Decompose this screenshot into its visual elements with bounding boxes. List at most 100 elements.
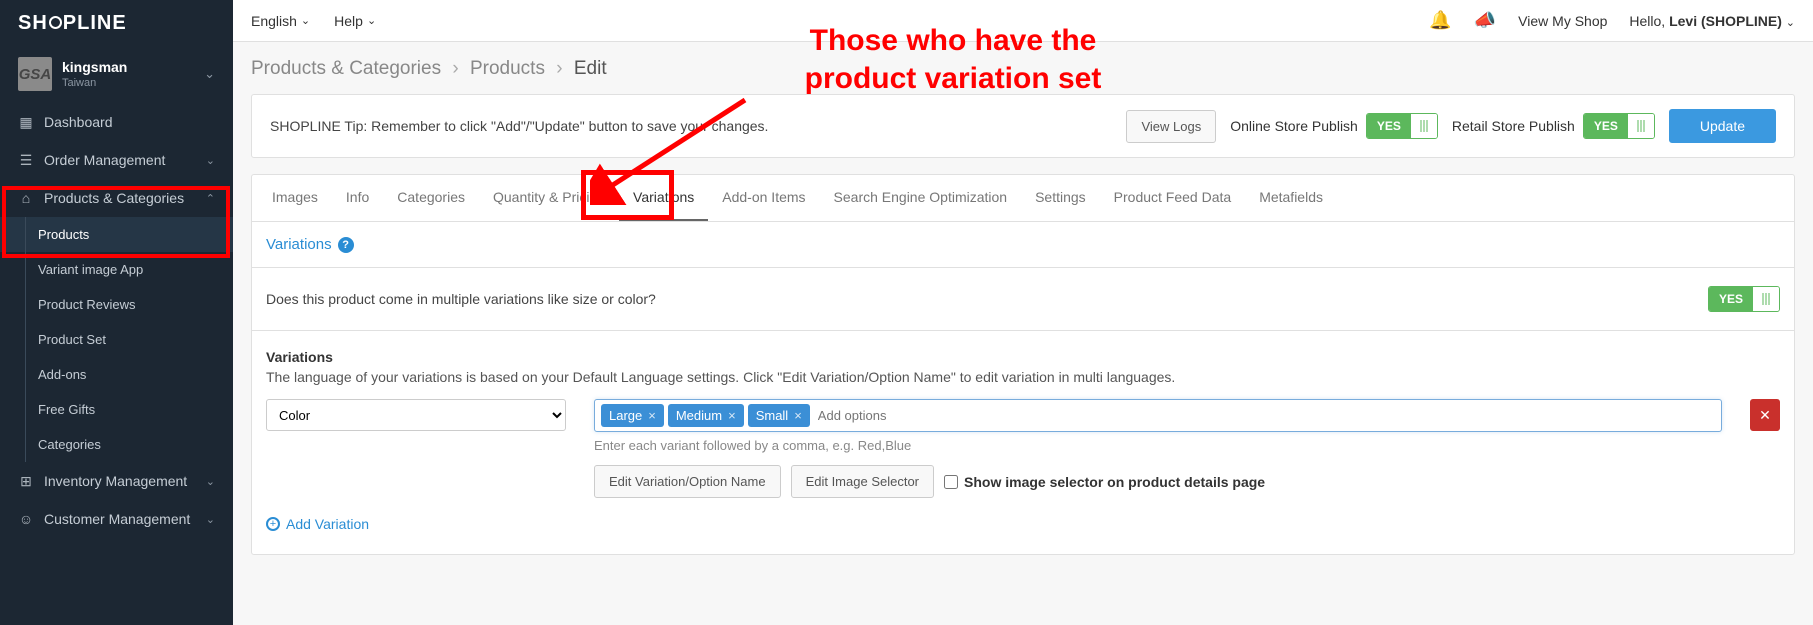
variations-desc: The language of your variations is based…: [266, 369, 1780, 385]
view-shop-link[interactable]: View My Shop: [1518, 13, 1607, 29]
user-menu[interactable]: Hello, Levi (SHOPLINE) ⌄: [1629, 13, 1795, 29]
megaphone-icon[interactable]: 📣: [1474, 10, 1496, 31]
retail-publish-toggle-group: Retail Store Publish YES: [1452, 113, 1655, 139]
bell-icon[interactable]: 🔔: [1429, 10, 1451, 31]
customer-icon: ☺: [18, 511, 34, 527]
chevron-up-icon: ⌃: [206, 192, 215, 205]
sidebar-subitem-addons[interactable]: Add-ons: [0, 357, 233, 392]
inventory-icon: ⊞: [18, 473, 34, 489]
tag-remove-icon[interactable]: ×: [728, 408, 736, 423]
brand-logo: SHPLINE: [0, 0, 233, 47]
sidebar-subitem-product-set[interactable]: Product Set: [0, 322, 233, 357]
tab-metafields[interactable]: Metafields: [1245, 175, 1337, 221]
sidebar-item-inventory[interactable]: ⊞ Inventory Management ⌄: [0, 462, 233, 500]
tab-settings[interactable]: Settings: [1021, 175, 1100, 221]
sidebar-subitem-free-gifts[interactable]: Free Gifts: [0, 392, 233, 427]
toggle-yes: YES: [1367, 114, 1411, 138]
option-tag: Small ×: [748, 404, 810, 427]
breadcrumb-current: Edit: [574, 58, 607, 79]
tag-label: Small: [756, 408, 789, 423]
tag-label: Large: [609, 408, 642, 423]
merchant-switcher[interactable]: GSA kingsman Taiwan ⌄: [0, 47, 233, 103]
tab-images[interactable]: Images: [258, 175, 332, 221]
tip-bar: SHOPLINE Tip: Remember to click "Add"/"U…: [251, 94, 1795, 158]
chevron-down-icon: ⌄: [206, 475, 215, 488]
sidebar: SHPLINE GSA kingsman Taiwan ⌄ ▦ Dashboar…: [0, 0, 233, 625]
online-publish-toggle-group: Online Store Publish YES: [1230, 113, 1438, 139]
merchant-avatar: GSA: [18, 57, 52, 91]
chevron-down-icon: ⌄: [301, 14, 310, 27]
sidebar-item-dashboard[interactable]: ▦ Dashboard: [0, 103, 233, 141]
online-publish-label: Online Store Publish: [1230, 118, 1358, 134]
edit-variation-name-button[interactable]: Edit Variation/Option Name: [594, 465, 781, 498]
language-dropdown[interactable]: English ⌄: [251, 13, 310, 29]
sidebar-label: Order Management: [44, 152, 196, 168]
show-image-selector-checkbox[interactable]: Show image selector on product details p…: [944, 474, 1265, 490]
main: English ⌄ Help ⌄ 🔔 📣 View My Shop Hello,…: [233, 0, 1813, 625]
breadcrumb-item[interactable]: Products: [470, 58, 545, 79]
user-name: Levi (SHOPLINE): [1669, 13, 1782, 29]
bag-icon: ⌂: [18, 190, 34, 206]
variation-type-select[interactable]: Color: [266, 399, 566, 431]
sidebar-label: Inventory Management: [44, 473, 196, 489]
sidebar-subitem-variant-app[interactable]: Variant image App: [0, 252, 233, 287]
add-variation-label: Add Variation: [286, 516, 369, 532]
variation-options-input[interactable]: Large × Medium × Small ×: [594, 399, 1722, 432]
checkbox-input[interactable]: [944, 475, 958, 489]
topbar: English ⌄ Help ⌄ 🔔 📣 View My Shop Hello,…: [233, 0, 1813, 42]
sidebar-item-order-management[interactable]: ☰ Order Management ⌄: [0, 141, 233, 179]
add-variation-link[interactable]: + Add Variation: [266, 516, 369, 532]
update-button[interactable]: Update: [1669, 109, 1776, 143]
option-tag: Medium ×: [668, 404, 744, 427]
sidebar-subitem-products[interactable]: Products: [0, 217, 233, 252]
toggle-handle-icon: [1753, 287, 1779, 311]
online-publish-toggle[interactable]: YES: [1366, 113, 1438, 139]
variations-title: Variations: [266, 236, 332, 253]
add-option-input[interactable]: [814, 404, 1715, 427]
section-title: Variations ?: [252, 222, 1794, 268]
sidebar-item-products-categories[interactable]: ⌂ Products & Categories ⌃: [0, 179, 233, 217]
help-icon[interactable]: ?: [338, 237, 354, 253]
hello-text: Hello,: [1629, 13, 1669, 29]
chevron-down-icon: ⌄: [206, 154, 215, 167]
tab-feed[interactable]: Product Feed Data: [1100, 175, 1246, 221]
chevron-down-icon: ⌄: [206, 513, 215, 526]
sidebar-label: Customer Management: [44, 511, 196, 527]
tab-categories[interactable]: Categories: [383, 175, 479, 221]
help-dropdown[interactable]: Help ⌄: [334, 13, 376, 29]
toggle-handle-icon: [1628, 114, 1654, 138]
variation-question-row: Does this product come in multiple varia…: [252, 268, 1794, 331]
sidebar-subitem-categories[interactable]: Categories: [0, 427, 233, 462]
retail-publish-toggle[interactable]: YES: [1583, 113, 1655, 139]
tab-variations[interactable]: Variations: [619, 175, 708, 221]
tab-addon-items[interactable]: Add-on Items: [708, 175, 819, 221]
chevron-down-icon: ⌄: [1786, 17, 1795, 29]
delete-variation-button[interactable]: ✕: [1750, 399, 1780, 431]
sidebar-label: Dashboard: [44, 114, 215, 130]
edit-image-selector-button[interactable]: Edit Image Selector: [791, 465, 934, 498]
plus-circle-icon: +: [266, 517, 280, 531]
toggle-yes: YES: [1709, 287, 1753, 311]
view-logs-button[interactable]: View Logs: [1126, 110, 1216, 143]
tabs-card: Images Info Categories Quantity & Pricin…: [251, 174, 1795, 555]
tabs: Images Info Categories Quantity & Pricin…: [252, 175, 1794, 222]
tab-seo[interactable]: Search Engine Optimization: [820, 175, 1022, 221]
content-area: Products & Categories › Products › Edit …: [233, 42, 1813, 625]
variation-row: Color Large × Medium × Small × Enter each v…: [266, 399, 1780, 498]
toggle-handle-icon: [1411, 114, 1437, 138]
trash-icon: ✕: [1759, 407, 1771, 424]
chevron-down-icon: ⌄: [367, 14, 376, 27]
tab-quantity-pricing[interactable]: Quantity & Pricing: [479, 175, 619, 221]
options-hint: Enter each variant followed by a comma, …: [594, 438, 1722, 453]
checkbox-label: Show image selector on product details p…: [964, 474, 1265, 490]
sidebar-subitem-reviews[interactable]: Product Reviews: [0, 287, 233, 322]
tag-label: Medium: [676, 408, 722, 423]
retail-publish-label: Retail Store Publish: [1452, 118, 1575, 134]
sidebar-item-customer[interactable]: ☺ Customer Management ⌄: [0, 500, 233, 538]
tab-info[interactable]: Info: [332, 175, 383, 221]
tag-remove-icon[interactable]: ×: [794, 408, 802, 423]
breadcrumb-item[interactable]: Products & Categories: [251, 58, 441, 79]
tag-remove-icon[interactable]: ×: [648, 408, 656, 423]
variations-enabled-toggle[interactable]: YES: [1708, 286, 1780, 312]
tip-text: SHOPLINE Tip: Remember to click "Add"/"U…: [270, 118, 768, 134]
